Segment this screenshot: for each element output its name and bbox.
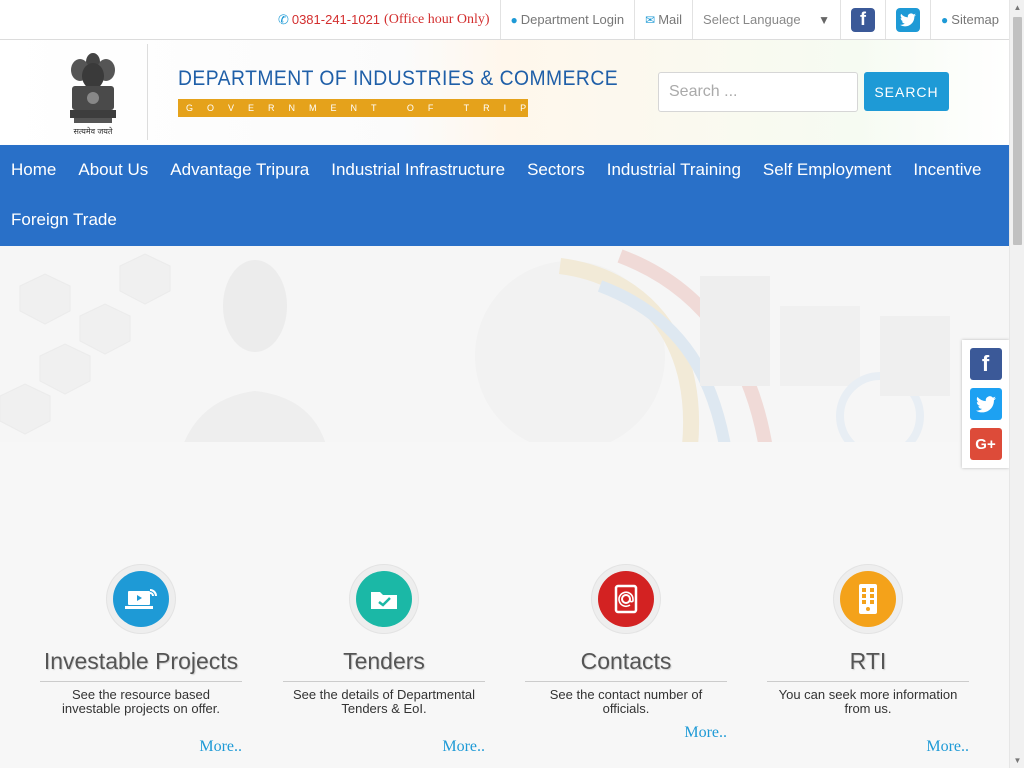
folder-check-icon	[356, 571, 412, 627]
card-rti: RTI You can seek more information from u…	[767, 565, 969, 755]
card-divider	[767, 681, 969, 682]
twitter-icon	[975, 395, 996, 412]
envelope-icon: ✉	[645, 12, 656, 27]
card-title: Tenders	[343, 648, 425, 674]
department-login-link[interactable]: ● Department Login	[499, 0, 635, 39]
phone-icon: ✆	[277, 11, 289, 27]
card-icon-ring	[834, 565, 902, 633]
nav-item-self-employment[interactable]: Self Employment	[752, 145, 903, 195]
card-investable-projects: Investable Projects See the resource bas…	[40, 565, 242, 755]
department-login-label: Department Login	[520, 12, 625, 27]
sitemap-icon: ●	[941, 12, 949, 27]
card-description: See the resource based investable projec…	[61, 687, 221, 716]
banner-overlay	[0, 246, 1009, 482]
card-title: Investable Projects	[43, 648, 239, 674]
search-input[interactable]	[658, 72, 858, 112]
nav-item-about-us[interactable]: About Us	[67, 145, 159, 195]
card-title: Contacts	[580, 648, 672, 674]
card-description: See the contact number of officials.	[549, 687, 703, 716]
office-hour-note: (Office hour Only)	[384, 11, 490, 27]
scroll-up-arrow-icon[interactable]: ▲	[1010, 0, 1024, 15]
nav-item-home[interactable]: Home	[0, 145, 67, 195]
language-select[interactable]: Select Language ▼	[692, 0, 840, 39]
state-emblem-logo[interactable]: सत्यमेव जयते	[62, 48, 124, 138]
tenders-more-link[interactable]: More..	[442, 738, 485, 756]
header-divider	[147, 44, 148, 140]
laptop-wifi-icon	[113, 571, 169, 627]
card-title: RTI	[849, 648, 887, 674]
emblem-caption: सत्यमेव जयते	[73, 127, 113, 136]
floating-twitter-button[interactable]	[969, 388, 1002, 420]
floating-facebook-button[interactable]: f	[969, 348, 1002, 380]
floating-social-bar: f G+	[962, 340, 1009, 468]
contacts-more-link[interactable]: More..	[684, 724, 727, 742]
main-navigation: Home About Us Advantage Tripura Industri…	[0, 145, 1009, 246]
phone-contact: ✆ 0381-241-1021 (Office hour Only)	[268, 0, 500, 39]
google-plus-icon: G+	[975, 435, 996, 453]
facebook-icon: f	[851, 7, 876, 32]
floating-googleplus-button[interactable]: G+	[969, 428, 1002, 460]
scroll-down-arrow-icon[interactable]: ▼	[1010, 753, 1024, 768]
mail-link[interactable]: ✉ Mail	[634, 0, 692, 39]
address-book-icon	[598, 571, 654, 627]
nav-item-incentive[interactable]: Incentive	[902, 145, 992, 195]
nav-item-advantage-tripura[interactable]: Advantage Tripura	[159, 145, 320, 195]
card-contacts: Contacts See the contact number of offic…	[525, 565, 727, 741]
hero-banner	[0, 246, 1009, 482]
page-scrollbar[interactable]: ▲ ▼	[1009, 0, 1024, 768]
search-button[interactable]: SEARCH	[864, 72, 949, 111]
dropdown-arrow-icon: ▼	[818, 12, 831, 27]
sitemap-link[interactable]: ● Sitemap	[930, 0, 1009, 39]
facebook-link[interactable]: f	[840, 0, 885, 39]
nav-item-industrial-infrastructure[interactable]: Industrial Infrastructure	[320, 145, 516, 195]
nav-item-industrial-training[interactable]: Industrial Training	[596, 145, 752, 195]
sitemap-label: Sitemap	[951, 12, 999, 27]
nav-item-foreign-trade[interactable]: Foreign Trade	[0, 195, 128, 245]
card-divider	[283, 681, 485, 682]
card-description: You can seek more information from us.	[778, 687, 958, 716]
investable-projects-more-link[interactable]: More..	[199, 738, 242, 756]
card-divider	[525, 681, 727, 682]
card-divider	[40, 681, 242, 682]
card-tenders: Tenders See the details of Departmental …	[283, 565, 485, 755]
card-description: See the details of Departmental Tenders …	[292, 687, 476, 716]
phone-grid-icon	[840, 571, 896, 627]
government-subtitle: GOVERNMENT OF TRIPURA	[178, 99, 528, 117]
mail-label: Mail	[658, 12, 683, 27]
scrollbar-thumb[interactable]	[1013, 17, 1022, 245]
nav-item-sectors[interactable]: Sectors	[516, 145, 596, 195]
card-icon-ring	[107, 565, 175, 633]
twitter-link[interactable]	[885, 0, 930, 39]
language-select-label: Select Language	[703, 12, 801, 27]
card-icon-ring	[350, 565, 418, 633]
site-header: सत्यमेव जयते DEPARTMENT OF INDUSTRIES & …	[0, 40, 1009, 145]
twitter-icon	[896, 7, 921, 32]
top-bar: ✆ 0381-241-1021 (Office hour Only) ● Dep…	[0, 0, 1009, 40]
facebook-icon: f	[981, 351, 990, 376]
rti-more-link[interactable]: More..	[926, 738, 969, 756]
phone-number: 0381-241-1021	[291, 12, 381, 27]
card-icon-ring	[592, 565, 660, 633]
department-title: DEPARTMENT OF INDUSTRIES & COMMERCE	[178, 67, 619, 90]
user-icon: ●	[510, 12, 518, 27]
